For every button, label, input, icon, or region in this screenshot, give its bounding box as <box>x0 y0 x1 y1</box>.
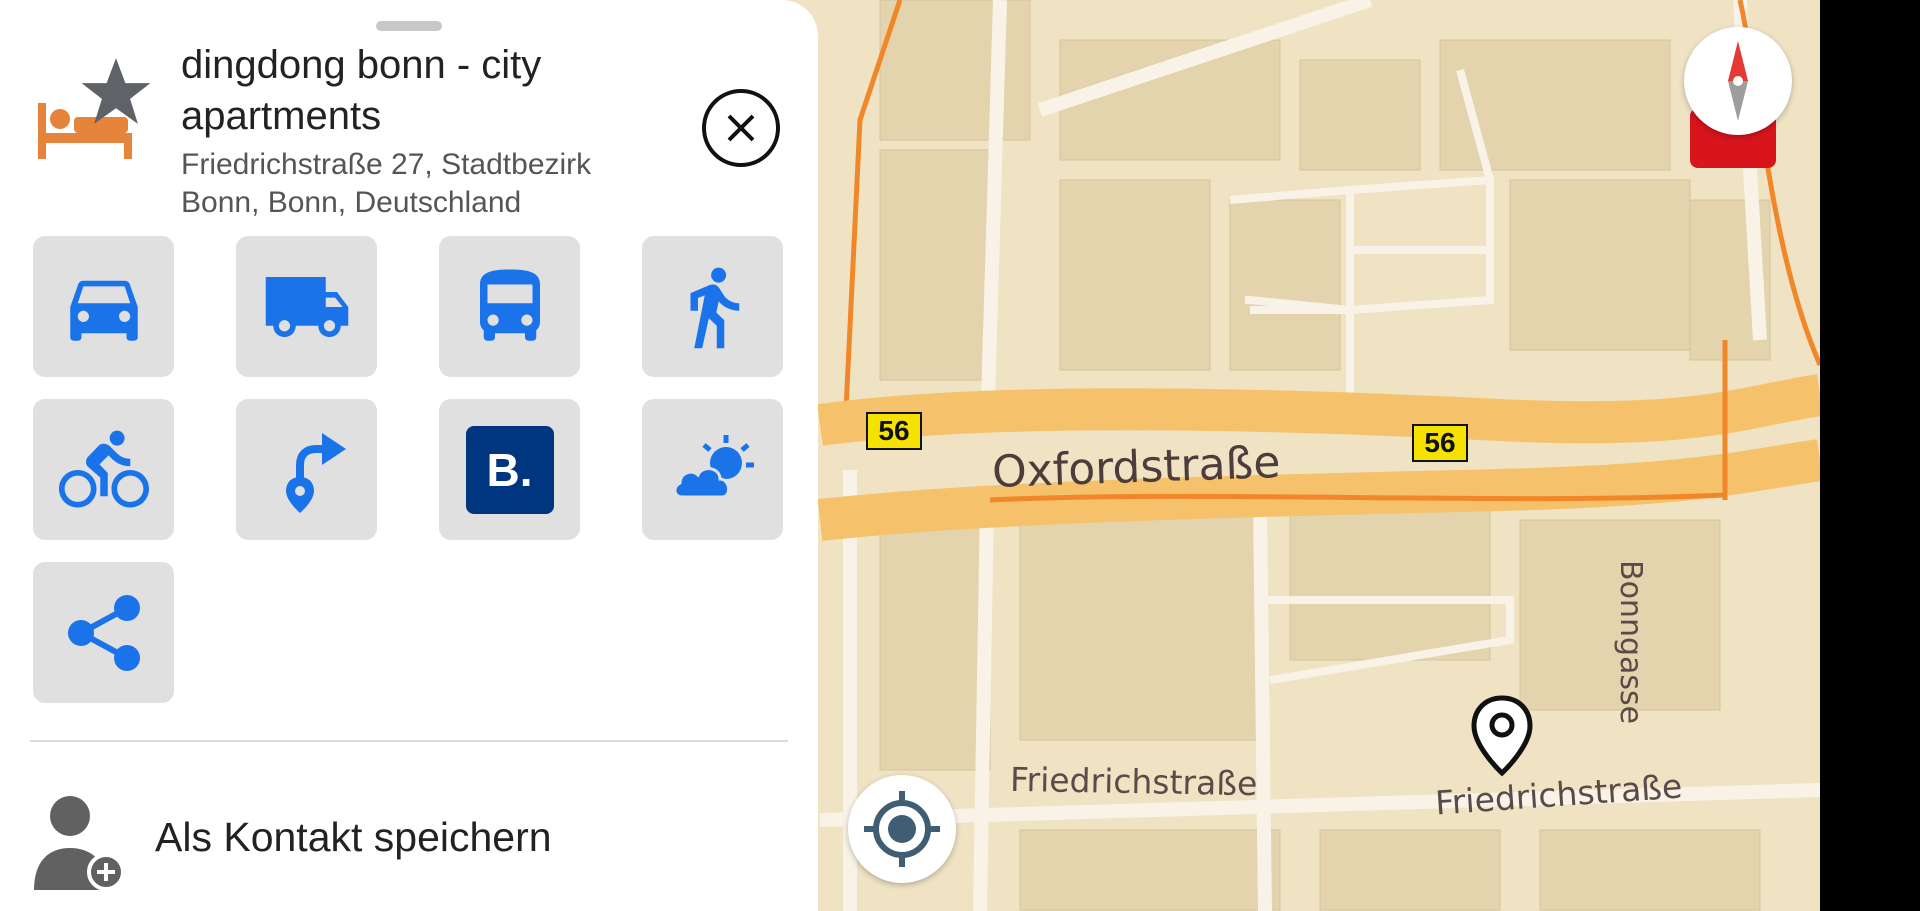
save-contact-label: Als Kontakt speichern <box>155 814 552 860</box>
route-number-badge: 56 <box>1412 424 1468 462</box>
my-location-button[interactable] <box>848 775 956 883</box>
bus-icon <box>479 269 540 341</box>
route-number-label: 56 <box>1424 427 1456 458</box>
compass-button[interactable] <box>1684 27 1792 135</box>
booking-logo-text: B. <box>486 443 533 496</box>
route-from-here-button[interactable] <box>236 399 377 540</box>
place-title: dingdong bonn - city apartments <box>181 43 542 138</box>
crosshair-icon <box>864 791 940 867</box>
car-icon <box>69 280 138 341</box>
compass-icon <box>1728 41 1748 121</box>
street-label-bonngasse: Bonngasse <box>1613 560 1648 725</box>
save-contact-row[interactable]: Als Kontakt speichern <box>0 780 818 900</box>
route-bus-button[interactable] <box>439 236 580 377</box>
booking-button[interactable]: B. <box>439 399 580 540</box>
route-car-button[interactable] <box>33 236 174 377</box>
street-label-friedrich: Friedrichstraße <box>1009 759 1258 804</box>
booking-logo: B. <box>465 425 554 514</box>
route-number-badge: 56 <box>866 412 922 450</box>
divider <box>30 740 788 742</box>
place-details-panel: dingdong bonn - city apartments Friedric… <box>0 0 818 911</box>
category-icon-group <box>34 55 154 165</box>
route-truck-button[interactable] <box>236 236 377 377</box>
route-bicycle-button[interactable] <box>33 399 174 540</box>
share-button[interactable] <box>33 562 174 703</box>
close-button[interactable] <box>702 89 780 167</box>
weather-button[interactable] <box>642 399 783 540</box>
pedestrian-icon <box>690 267 739 348</box>
screen-edge <box>1820 0 1920 911</box>
route-pin-icon <box>285 432 346 513</box>
star-icon <box>81 58 151 124</box>
place-address: Friedrichstraße 27, Stadtbezirk Bonn, Bo… <box>181 148 592 219</box>
route-number-label: 56 <box>878 415 910 446</box>
weather-icon <box>673 434 754 498</box>
bicycle-icon <box>58 430 149 507</box>
street-label-oxford: Oxfordstraße <box>991 436 1282 499</box>
drag-handle[interactable] <box>376 21 442 31</box>
add-contact-icon <box>34 796 125 890</box>
route-walk-button[interactable] <box>642 236 783 377</box>
location-pin-icon[interactable] <box>1470 695 1534 777</box>
close-icon <box>727 114 755 142</box>
truck-icon <box>265 276 348 337</box>
share-icon <box>67 594 140 671</box>
